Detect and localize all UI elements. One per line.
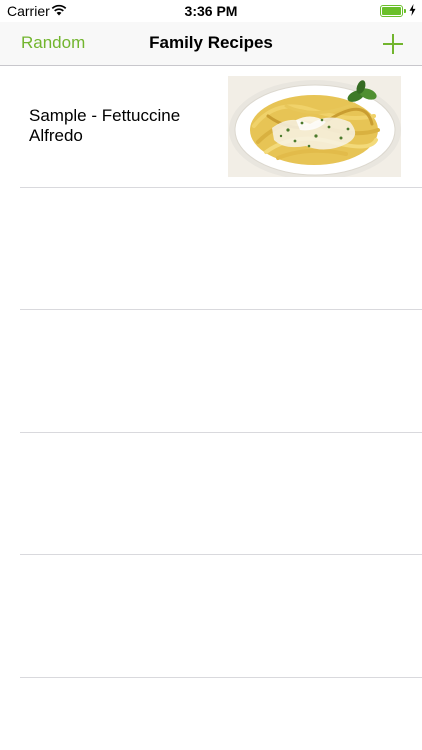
page-title: Family Recipes — [149, 33, 273, 52]
navigation-bar: Random Family Recipes — [0, 22, 422, 66]
recipe-row[interactable]: Sample - Fettuccine Alfredo — [0, 66, 422, 188]
fettuccine-alfredo-photo — [228, 76, 401, 177]
charging-bolt-icon — [409, 4, 416, 16]
status-bar: Carrier 3:36 PM — [0, 0, 422, 22]
recipe-table: Sample - Fettuccine Alfredo — [0, 66, 422, 750]
empty-row — [0, 433, 422, 555]
recipe-thumbnail — [228, 76, 401, 177]
row-separator — [20, 677, 422, 678]
empty-row — [0, 311, 422, 433]
empty-row — [0, 556, 422, 678]
recipe-title: Sample - Fettuccine Alfredo — [29, 106, 181, 145]
row-separator — [20, 554, 422, 555]
plus-icon[interactable] — [380, 31, 406, 57]
row-separator — [20, 309, 422, 310]
status-time: 3:36 PM — [184, 3, 238, 19]
battery-icon — [380, 5, 406, 17]
empty-row — [0, 188, 422, 310]
recipe-list-screen: Carrier 3:36 PM Random Family Recipes Sa… — [0, 0, 422, 750]
